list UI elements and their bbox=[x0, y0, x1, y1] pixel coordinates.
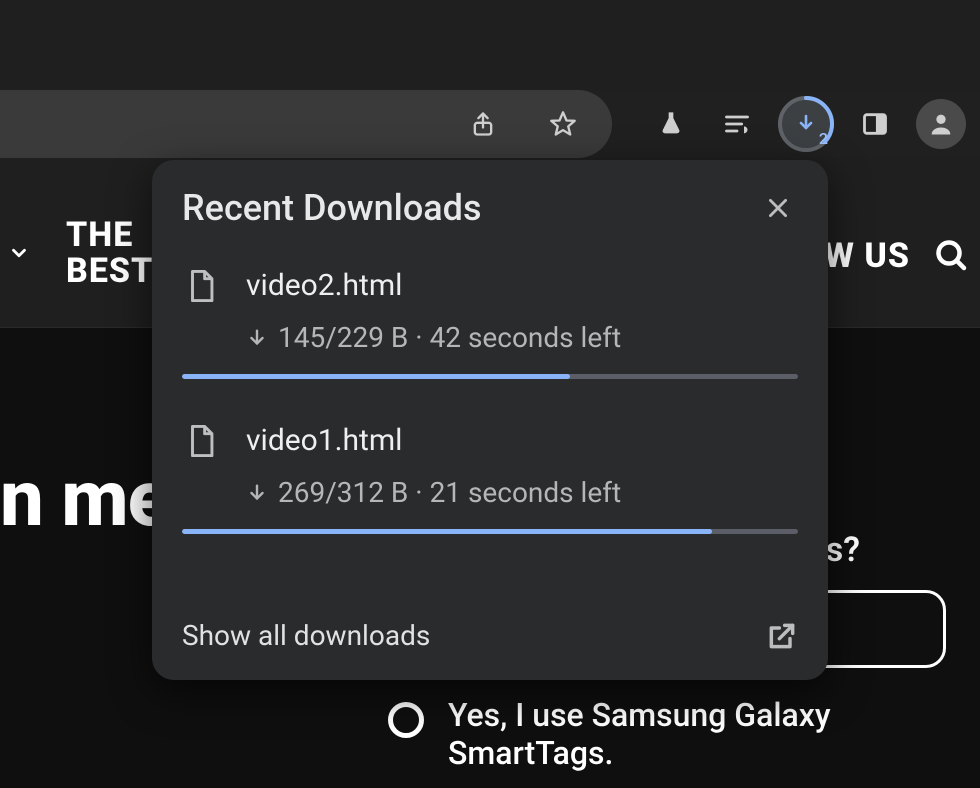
radio-icon[interactable] bbox=[388, 702, 424, 738]
poll-option[interactable]: Yes, I use Samsung Galaxy SmartTags. bbox=[356, 696, 946, 773]
download-progress-fill bbox=[182, 374, 570, 379]
nav-item-the-best[interactable]: THE BEST bbox=[66, 218, 153, 289]
download-status: 269/312 B · 21 seconds left bbox=[278, 476, 621, 509]
media-queue-icon[interactable] bbox=[712, 99, 762, 149]
profile-avatar-icon[interactable] bbox=[916, 99, 966, 149]
window-titlebar bbox=[0, 0, 980, 90]
download-progress-bar bbox=[182, 374, 798, 379]
downloads-count-badge: 2 bbox=[819, 129, 828, 148]
article-headline-partial: n me bbox=[0, 454, 169, 545]
nav-item-label: BEST bbox=[66, 254, 153, 290]
nav-item-label: THE bbox=[66, 218, 153, 254]
close-button[interactable] bbox=[758, 188, 798, 228]
address-bar[interactable] bbox=[0, 90, 612, 158]
bookmark-star-icon[interactable] bbox=[538, 99, 588, 149]
popup-title: Recent Downloads bbox=[182, 187, 482, 229]
labs-flask-icon[interactable] bbox=[646, 99, 696, 149]
downloads-button[interactable]: 2 bbox=[778, 96, 834, 152]
download-status: 145/229 B · 42 seconds left bbox=[278, 321, 621, 354]
download-progress-fill bbox=[182, 529, 712, 534]
poll-question-partial: s? bbox=[826, 530, 860, 570]
download-progress-bar bbox=[182, 529, 798, 534]
file-icon bbox=[186, 269, 216, 303]
open-external-icon[interactable] bbox=[766, 620, 798, 652]
chevron-down-icon[interactable] bbox=[8, 242, 30, 268]
downloads-popup: Recent Downloads video2.html 145/229 B ·… bbox=[152, 160, 828, 680]
download-filename: video1.html bbox=[246, 423, 402, 458]
download-item[interactable]: video1.html 269/312 B · 21 seconds left bbox=[182, 411, 798, 548]
download-arrow-icon bbox=[246, 482, 268, 504]
download-filename: video2.html bbox=[246, 268, 402, 303]
search-icon[interactable] bbox=[934, 238, 970, 278]
show-all-downloads-link[interactable]: Show all downloads bbox=[182, 619, 430, 652]
file-icon bbox=[186, 424, 216, 458]
nav-item-follow-us-partial[interactable]: W US bbox=[824, 236, 910, 276]
download-item[interactable]: video2.html 145/229 B · 42 seconds left bbox=[182, 256, 798, 393]
poll-option-label: Yes, I use Samsung Galaxy SmartTags. bbox=[448, 696, 946, 773]
browser-toolbar: 2 bbox=[0, 90, 980, 158]
share-icon[interactable] bbox=[458, 99, 508, 149]
side-panel-icon[interactable] bbox=[850, 99, 900, 149]
download-arrow-icon bbox=[246, 327, 268, 349]
